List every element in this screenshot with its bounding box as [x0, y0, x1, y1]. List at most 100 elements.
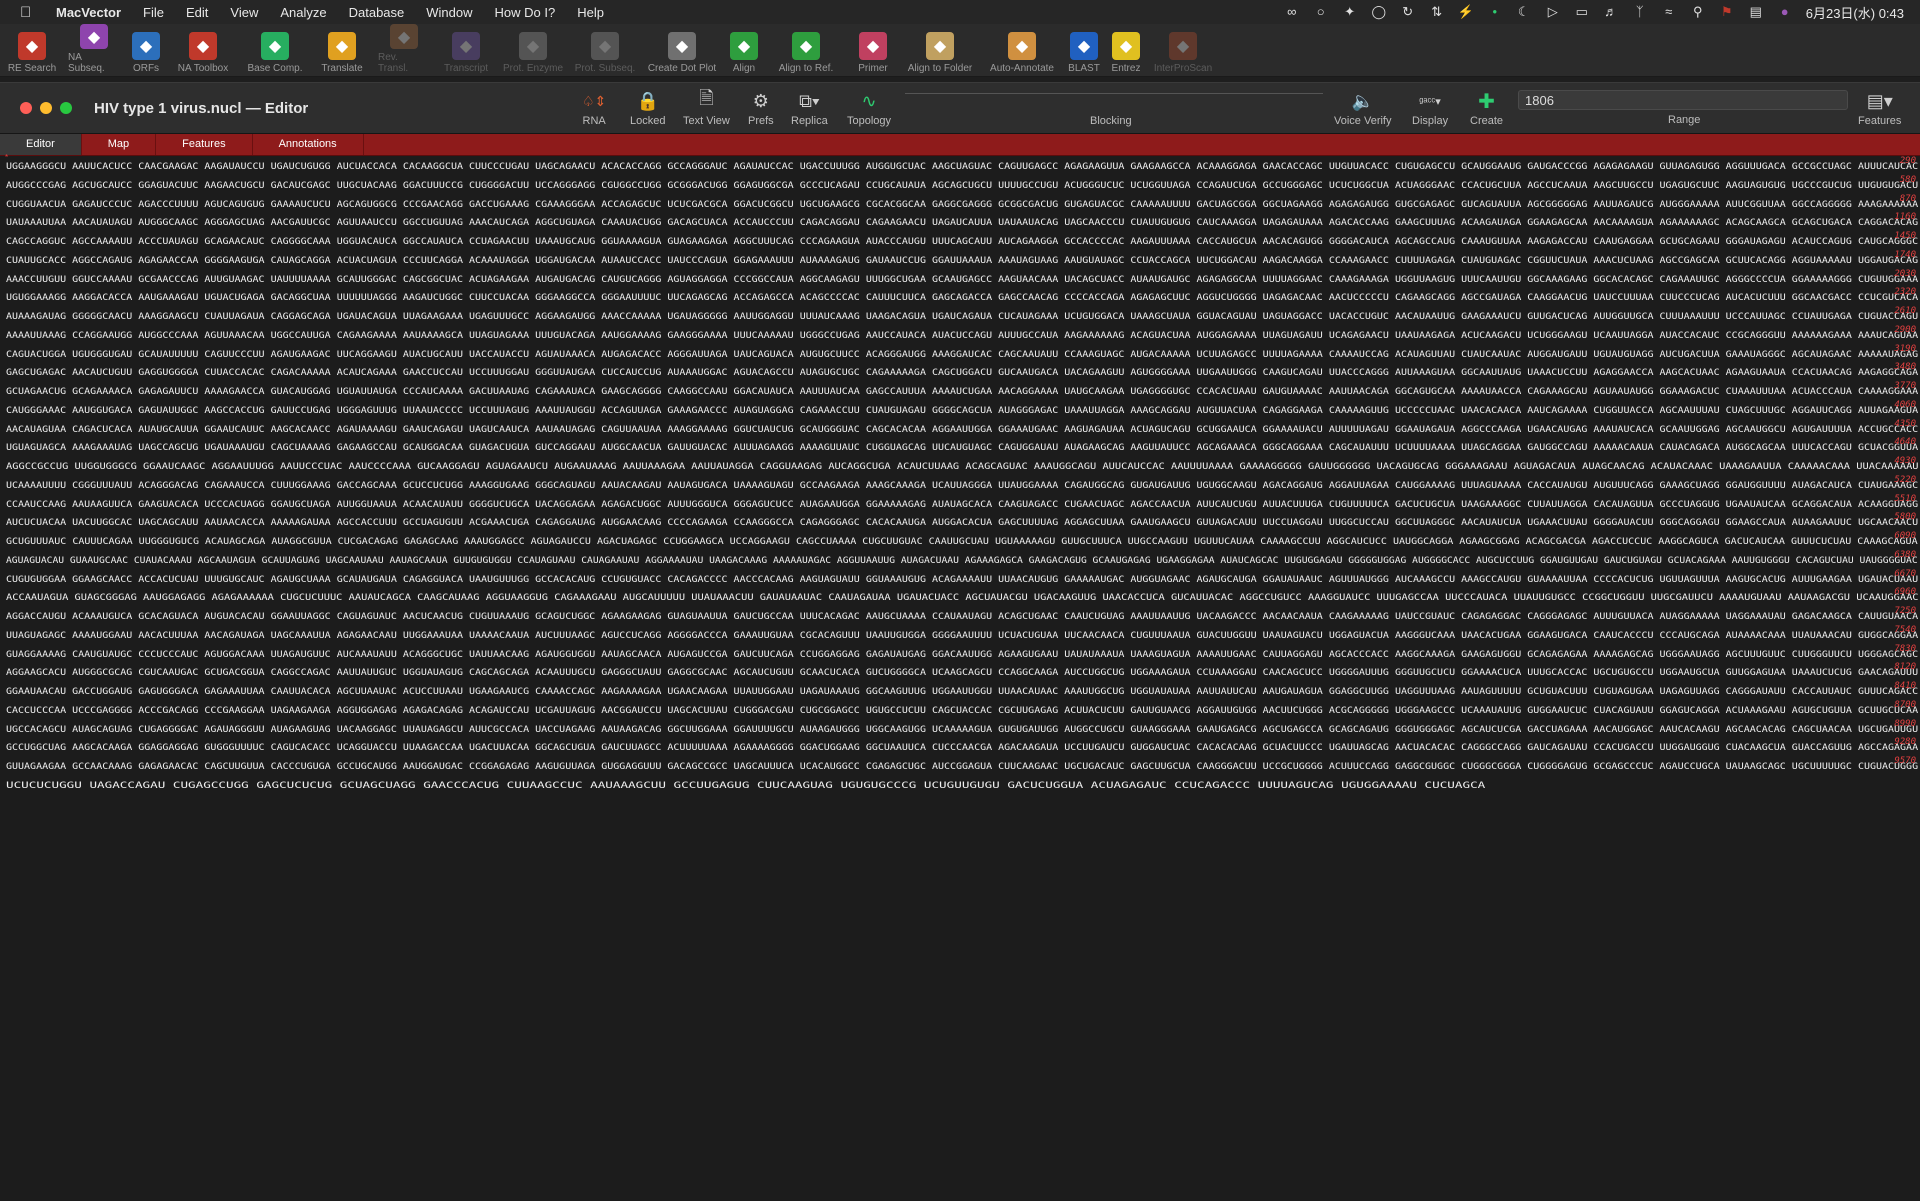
sequence-row[interactable]: AGGACCAUGU ACAAAUGUCA GCACAGUACA AUGUACA… [0, 606, 1920, 626]
minimize-window-button[interactable] [40, 102, 52, 114]
toolbar-orfs-button[interactable]: ◆ ORFs [126, 24, 166, 74]
toolbar-prot-enzyme-button[interactable]: ◆ Prot. Enzyme [498, 24, 568, 74]
control-center-icon[interactable]: ▤ [1748, 5, 1764, 19]
sequence-row[interactable]: CUAUUGCACC AGGCCAGAUG AGAGAACCAA GGGGAAG… [0, 250, 1920, 270]
toolbar-na-subseq-button[interactable]: ◆ NA Subseq. [64, 24, 124, 74]
sequence-row[interactable]: CUGGUAACUA GAGAUCCCUC AGACCCUUUU AGUCAGU… [0, 194, 1920, 214]
text-view-button[interactable]: 🗎 Text View [683, 87, 730, 127]
sequence-view[interactable]: UGGAAGGGCU AAUUCACUCC CAACGAAGAC AAGAUAU… [0, 156, 1920, 795]
sequence-text[interactable]: AGGCCGCCUG UUGGUGGGCG GGAAUCAAGC AGGAAUU… [6, 462, 1919, 472]
sequence-row[interactable]: GUAGGAAAAG CAAUGUAUGC CCCUCCCAUC AGUGGAC… [0, 644, 1920, 664]
toolbar-entrez-button[interactable]: ◆ Entrez [1106, 24, 1146, 74]
toolbar-dot-plot-button[interactable]: ◆ Create Dot Plot [642, 24, 722, 74]
sequence-text[interactable]: UGCCACAGCU AUAGCAGUAG CUGAGGGGAC AGAUAGG… [6, 725, 1918, 735]
sequence-row[interactable]: AACAUAGUAA CAGACUCACA AUAUGCAUUA GGAAUCA… [0, 419, 1920, 439]
sequence-text[interactable]: GAGCUGAGAC AACAUCUGUU GAGGUGGGGA CUUACCA… [6, 368, 1918, 378]
sequence-row[interactable]: ACCAAUAGUA GUAGCGGGAG AAUGGAGAGG AGAGAAA… [0, 587, 1920, 607]
sequence-row[interactable]: AUCUCUACAA UACUUGGCAC UAGCAGCAUU AAUAACA… [0, 512, 1920, 532]
sequence-text[interactable]: GUUAGAAGAA GCCAACAAAG GAGAGAACAC CAGCUUG… [6, 762, 1918, 772]
sequence-row[interactable]: CAGCCAGGUC AGCCAAAAUU ACCCUAUAGU GCAGAAC… [0, 231, 1920, 251]
sequence-row[interactable]: GCUAGAACUG GCAGAAAACA GAGAGAUUCU AAAAGAA… [0, 381, 1920, 401]
sequence-row[interactable]: UCUCUCUGGU UAGACCAGAU CUGAGCCUGG GAGCUCU… [0, 776, 1920, 795]
sequence-row[interactable]: UCAAAAUUUU CGGGUUUAUU ACAGGGACAG CAGAAAU… [0, 475, 1920, 495]
toolbar-auto-annotate-button[interactable]: ◆ Auto-Annotate [982, 24, 1062, 74]
sequence-text[interactable]: AUGGCCCGAG AGCUGCAUCC GGAGUACUUC AAGAACU… [6, 181, 1918, 191]
sequence-row[interactable]: GAGCUGAGAC AACAUCUGUU GAGGUGGGGA CUUACCA… [0, 362, 1920, 382]
menu-how-do-i[interactable]: How Do I? [495, 5, 556, 20]
sequence-text[interactable]: CUAUUGCACC AGGCCAGAUG AGAGAACCAA GGGGAAG… [6, 256, 1918, 266]
sync-icon[interactable]: ⇅ [1429, 5, 1445, 19]
flag-icon[interactable]: ⚑ [1719, 5, 1735, 19]
menu-window[interactable]: Window [426, 5, 472, 20]
sequence-text[interactable]: AGGACCAUGU ACAAAUGUCA GCACAGUACA AUGUACA… [6, 612, 1918, 622]
sequence-row[interactable]: AUAAAGAUAG GGGGGCAACU AAAGGAAGCU CUAUUAG… [0, 306, 1920, 326]
siri-icon[interactable]: ● [1777, 5, 1793, 19]
wifi-off-icon[interactable]: ≈ [1661, 5, 1677, 19]
sequence-row[interactable]: UAUAAAUUAA AACAUAUAGU AUGGGCAAGC AGGGAGC… [0, 212, 1920, 232]
replica-button[interactable]: ⧉▾ Replica [791, 87, 828, 128]
toolbar-align-button[interactable]: ◆ Align [724, 24, 764, 74]
topology-button[interactable]: ∿ Topology [847, 87, 891, 128]
sequence-row[interactable]: UGGAAGGGCU AAUUCACUCC CAACGAAGAC AAGAUAU… [0, 156, 1920, 176]
search-icon[interactable]: ⚲ [1690, 5, 1706, 19]
toolbar-re-search-button[interactable]: ◆ RE Search [2, 24, 62, 74]
sequence-text[interactable]: GUAGGAAAAG CAAUGUAUGC CCCUCCCAUC AGUGGAC… [6, 650, 1918, 660]
bolt-icon[interactable]: ⚡ [1458, 5, 1474, 19]
tab-features[interactable]: Features [156, 134, 253, 155]
sequence-row[interactable]: UGUGGAAAGG AAGGACACCA AAUGAAAGAU UGUACUG… [0, 287, 1920, 307]
zoom-window-button[interactable] [60, 102, 72, 114]
sequence-text[interactable]: AUCUCUACAA UACUUGGCAC UAGCAGCAUU AAUAACA… [6, 518, 1918, 528]
toolbar-blast-button[interactable]: ◆ BLAST [1064, 24, 1104, 74]
creative-cloud-icon[interactable]: ∞ [1284, 5, 1300, 19]
sequence-row[interactable]: UGCCACAGCU AUAGCAGUAG CUGAGGGGAC AGAUAGG… [0, 719, 1920, 739]
menu-analyze[interactable]: Analyze [280, 5, 326, 20]
sequence-row[interactable]: UGUAGUAGCA AAAGAAAUAG UAGCCAGCUG UGAUAAA… [0, 437, 1920, 457]
range-input[interactable] [1518, 90, 1848, 110]
toolbar-transcript-button[interactable]: ◆ Transcript [436, 24, 496, 74]
blocking-slider[interactable] [905, 93, 1323, 98]
sequence-text[interactable]: GGAAUAACAU GACCUGGAUG GAGUGGGACA GAGAAAU… [6, 687, 1918, 697]
display-icon[interactable]: ▭ [1574, 5, 1590, 19]
features-button[interactable]: ▤▾ Features [1858, 87, 1901, 128]
sequence-text[interactable]: CCAAUCCAAG AAUAAGUUCA GAAGUACACA UCCCACU… [6, 500, 1918, 510]
sequence-row[interactable]: AGGAAGCACU AUGGGCGCAG CGUCAAUGAC GCUGACG… [0, 662, 1920, 682]
sequence-text[interactable]: AAACCUUGUU GGUCCAAAAU GCGAACCCAG AUUGUAA… [6, 275, 1918, 285]
sequence-text[interactable]: UGGAAGGGCU AAUUCACUCC CAACGAAGAC AAGAUAU… [6, 162, 1918, 172]
toolbar-primer-button[interactable]: ◆ Primer [848, 24, 898, 74]
close-window-button[interactable] [20, 102, 32, 114]
sequence-text[interactable]: UCUCUCUGGU UAGACCAGAU CUGAGCCUGG GAGCUCU… [6, 781, 1485, 791]
moon-icon[interactable]: ☾ [1516, 5, 1532, 19]
voice-verify-button[interactable]: 🔈 Voice Verify [1334, 87, 1391, 128]
sequence-row[interactable]: AAAAUUAAAG CCAGGAAUGG AUGGCCCAAA AGUUAAA… [0, 325, 1920, 345]
sequence-row[interactable]: AGUAGUACAU GUAAUGCAAC CUAUACAAAU AGCAAUA… [0, 550, 1920, 570]
sequence-row[interactable]: CUGUGUGGAA GGAAGCAACC ACCACUCUAU UUUGUGC… [0, 569, 1920, 589]
feather-icon[interactable]: ✦ [1342, 5, 1358, 19]
play-circle-icon[interactable]: ▷ [1545, 5, 1561, 19]
rna-button[interactable]: ♤⇕ RNA [582, 87, 606, 128]
create-button[interactable]: ✚ Create [1470, 87, 1503, 128]
sequence-text[interactable]: CACCUCCCAA UCCCGAGGGG ACCCGACAGG CCCGAAG… [6, 706, 1918, 716]
toolbar-align-folder-button[interactable]: ◆ Align to Folder [900, 24, 980, 74]
toolbar-na-toolbox-button[interactable]: ◆ NA Toolbox [168, 24, 238, 74]
sequence-row[interactable]: GUUAGAAGAA GCCAACAAAG GAGAGAACAC CAGCUUG… [0, 756, 1920, 776]
tab-map[interactable]: Map [82, 134, 157, 155]
sequence-text[interactable]: CUGGUAACUA GAGAUCCCUC AGACCCUUUU AGUCAGU… [6, 200, 1918, 210]
sequence-text[interactable]: AGGAAGCACU AUGGGCGCAG CGUCAAUGAC GCUGACG… [6, 668, 1918, 678]
sequence-text[interactable]: ACCAAUAGUA GUAGCGGGAG AAUGGAGAGG AGAGAAA… [6, 593, 1919, 603]
sequence-text[interactable]: GCUAGAACUG GCAGAAAACA GAGAGAUUCU AAAAGAA… [6, 387, 1918, 397]
menu-file[interactable]: File [143, 5, 164, 20]
menu-clock[interactable]: 6月23日(水) 0:43 [1806, 3, 1904, 22]
sequence-text[interactable]: CUGUGUGGAA GGAAGCAACC ACCACUCUAU UUUGUGC… [6, 575, 1918, 585]
sequence-text[interactable]: UGUGGAAAGG AAGGACACCA AAUGAAAGAU UGUACUG… [6, 293, 1918, 303]
tab-editor[interactable]: Editor [0, 134, 82, 155]
menu-database[interactable]: Database [349, 5, 405, 20]
globe-icon[interactable]: ◯ [1371, 5, 1387, 19]
sequence-text[interactable]: AUAAAGAUAG GGGGGCAACU AAAGGAAGCU CUAUUAG… [6, 312, 1918, 322]
bluetooth-icon[interactable]: ᛉ [1632, 5, 1648, 19]
sequence-row[interactable]: CAUGGGAAAC AAUGGUGACA GAGUAUUGGC AAGCCAC… [0, 400, 1920, 420]
sequence-text[interactable]: CAGCCAGGUC AGCCAAAAUU ACCCUAUAGU GCAGAAC… [6, 237, 1918, 247]
sequence-text[interactable]: AAAAUUAAAG CCAGGAAUGG AUGGCCCAAA AGUUAAA… [6, 331, 1918, 341]
display-button[interactable]: ᵍᵃᶜᶜ▾ Display [1412, 87, 1448, 128]
sequence-text[interactable]: UGUAGUAGCA AAAGAAAUAG UAGCCAGCUG UGAUAAA… [6, 443, 1918, 453]
sequence-row[interactable]: AUGGCCCGAG AGCUGCAUCC GGAGUACUUC AAGAACU… [0, 175, 1920, 195]
